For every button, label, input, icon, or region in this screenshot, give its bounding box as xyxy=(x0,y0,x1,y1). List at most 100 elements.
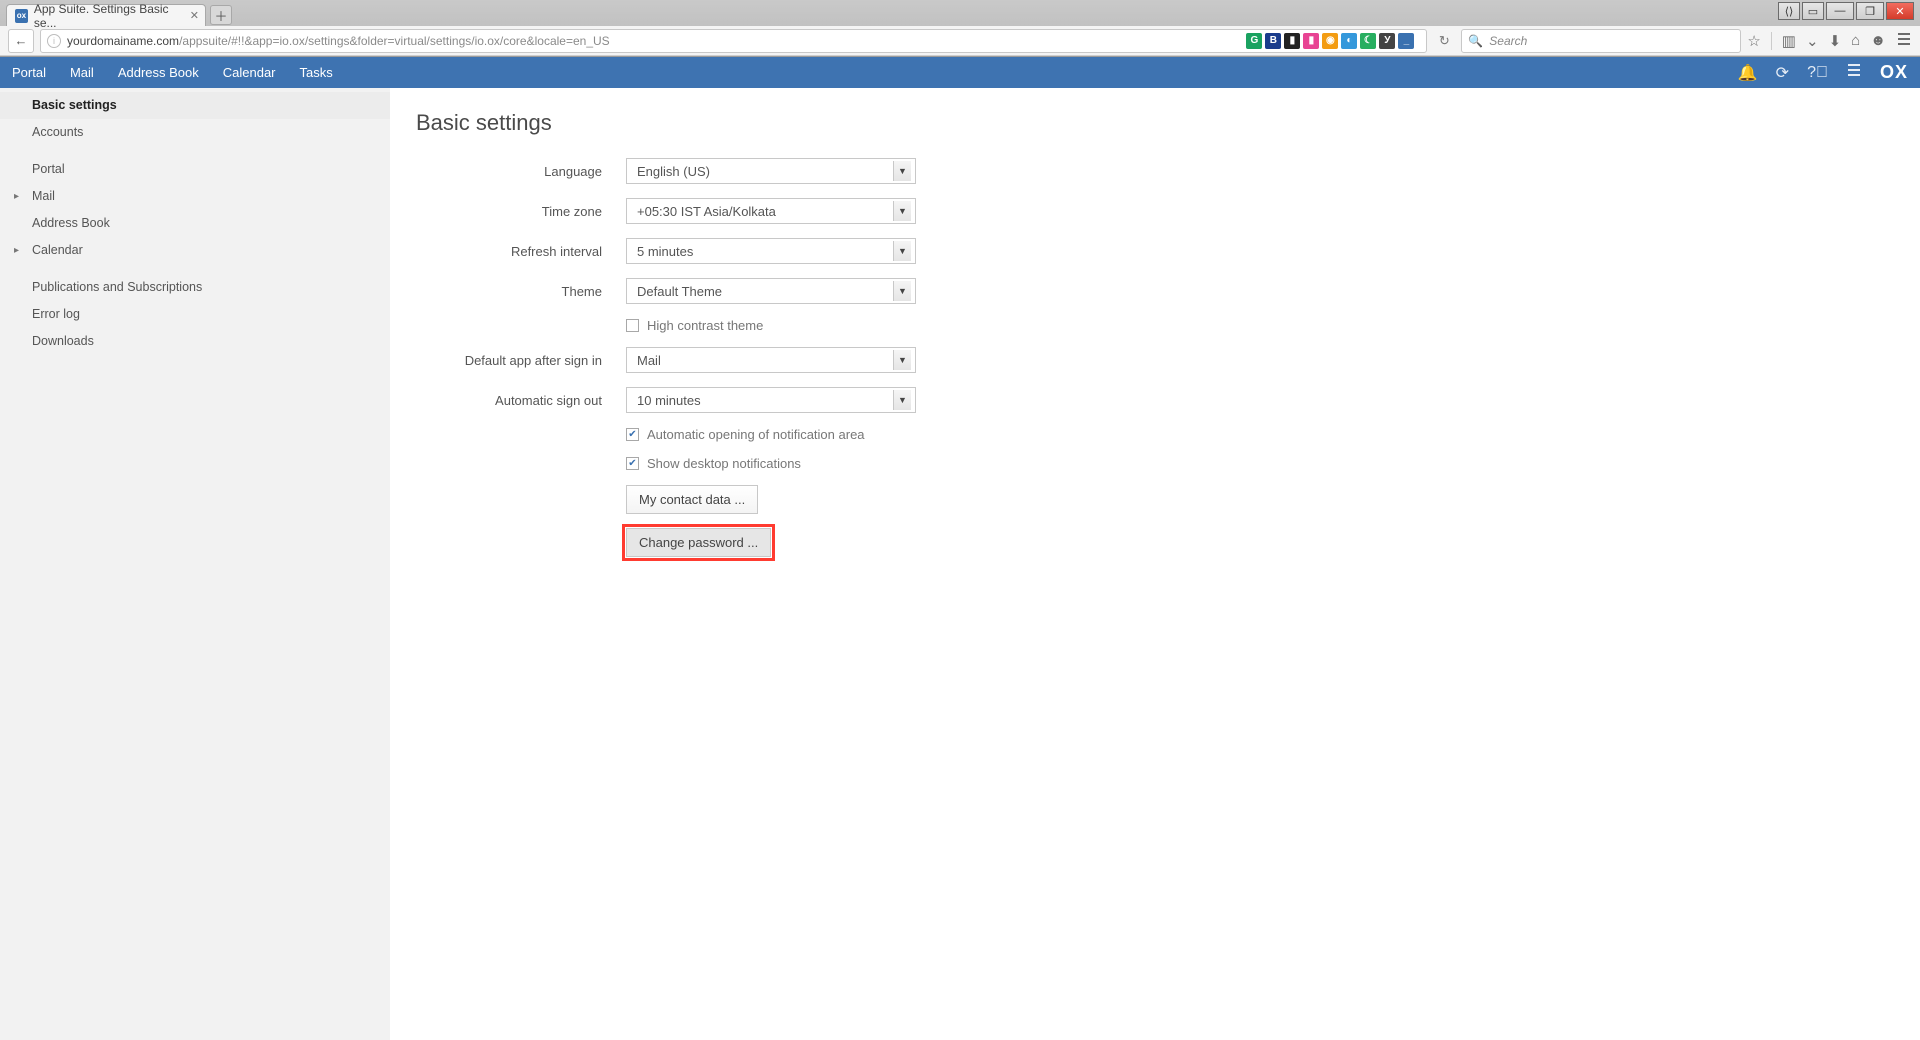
timezone-value: +05:30 IST Asia/Kolkata xyxy=(637,204,776,219)
app-bar-right: 🔔 ⟳ ?⃝ OX xyxy=(1738,62,1908,83)
browser-menu-button[interactable] xyxy=(1896,31,1912,51)
extension-icon[interactable]: _ xyxy=(1398,33,1414,49)
page-title: Basic settings xyxy=(416,110,1894,136)
refresh-icon[interactable]: ⟳ xyxy=(1776,63,1789,83)
language-label: Language xyxy=(416,164,626,179)
chevron-down-icon: ▼ xyxy=(893,281,911,301)
language-value: English (US) xyxy=(637,164,710,179)
refresh-label: Refresh interval xyxy=(416,244,626,259)
extension-icon[interactable]: ▮ xyxy=(1284,33,1300,49)
theme-label: Theme xyxy=(416,284,626,299)
refresh-select[interactable]: 5 minutes ▼ xyxy=(626,238,916,264)
main: Basic settingsAccountsPortalMailAddress … xyxy=(0,88,1920,1040)
nav-portal[interactable]: Portal xyxy=(12,65,46,80)
sidebar-item-downloads[interactable]: Downloads xyxy=(0,328,390,355)
sidebar-gap xyxy=(0,264,390,274)
maximize-button[interactable]: ❐ xyxy=(1856,2,1884,20)
settings-sidebar: Basic settingsAccounts PortalMailAddress … xyxy=(0,88,390,1040)
extension-icon[interactable]: У xyxy=(1379,33,1395,49)
app-nav: Portal Mail Address Book Calendar Tasks xyxy=(12,65,333,80)
app-menu-button[interactable] xyxy=(1846,62,1862,83)
favicon-icon: ox xyxy=(15,9,28,23)
language-select[interactable]: English (US) ▼ xyxy=(626,158,916,184)
window-extra1-button[interactable]: ⟨⟩ xyxy=(1778,2,1800,20)
bookmark-icon[interactable]: ☆ xyxy=(1747,32,1760,50)
pocket-icon[interactable]: ⌄ xyxy=(1806,32,1819,50)
sidebar-item-publications-and-subscriptions[interactable]: Publications and Subscriptions xyxy=(0,274,390,301)
desktop-notif-label: Show desktop notifications xyxy=(647,456,801,471)
sidebar-item-calendar[interactable]: Calendar xyxy=(0,237,390,264)
nav-calendar[interactable]: Calendar xyxy=(223,65,276,80)
tab-strip: ox App Suite. Settings Basic se... ✕ ＋ ⟨… xyxy=(0,0,1920,26)
new-tab-button[interactable]: ＋ xyxy=(210,5,232,25)
chevron-down-icon: ▼ xyxy=(893,161,911,181)
chevron-down-icon: ▼ xyxy=(893,201,911,221)
url-domain: yourdomainame.com xyxy=(67,34,179,48)
extension-icon[interactable]: B xyxy=(1265,33,1281,49)
auto-signout-value: 10 minutes xyxy=(637,393,701,408)
sidebar-item-portal[interactable]: Portal xyxy=(0,156,390,183)
auto-notif-label: Automatic opening of notification area xyxy=(647,427,865,442)
auto-notif-checkbox[interactable] xyxy=(626,428,639,441)
address-bar-row: ← i yourdomainame.com/appsuite/#!!&app=i… xyxy=(0,26,1920,56)
default-app-label: Default app after sign in xyxy=(416,353,626,368)
window-extra2-button[interactable]: ▭ xyxy=(1802,2,1824,20)
sidebar-item-error-log[interactable]: Error log xyxy=(0,301,390,328)
extension-icons: GB▮▮◉◐☾У_ xyxy=(1246,33,1420,49)
reload-button[interactable]: ↻ xyxy=(1433,30,1455,52)
timezone-select[interactable]: +05:30 IST Asia/Kolkata ▼ xyxy=(626,198,916,224)
nav-address-book[interactable]: Address Book xyxy=(118,65,199,80)
timezone-label: Time zone xyxy=(416,204,626,219)
chat-icon[interactable]: ☻ xyxy=(1870,32,1886,49)
nav-tasks[interactable]: Tasks xyxy=(300,65,333,80)
home-icon[interactable]: ⌂ xyxy=(1851,32,1860,49)
sidebar-item-mail[interactable]: Mail xyxy=(0,183,390,210)
extension-icon[interactable]: G xyxy=(1246,33,1262,49)
nav-mail[interactable]: Mail xyxy=(70,65,94,80)
divider xyxy=(1771,32,1772,50)
my-contact-data-button[interactable]: My contact data ... xyxy=(626,485,758,514)
browser-search-input[interactable]: 🔍 Search xyxy=(1461,29,1741,53)
default-app-value: Mail xyxy=(637,353,661,368)
chevron-down-icon: ▼ xyxy=(893,350,911,370)
notifications-icon[interactable]: 🔔 xyxy=(1738,63,1758,83)
window-controls: ⟨⟩ ▭ — ❐ ✕ xyxy=(1778,2,1914,20)
chevron-down-icon: ▼ xyxy=(893,390,911,410)
url-input[interactable]: i yourdomainame.com/appsuite/#!!&app=io.… xyxy=(40,29,1427,53)
search-placeholder: Search xyxy=(1489,34,1527,48)
extension-icon[interactable]: ☾ xyxy=(1360,33,1376,49)
site-info-icon[interactable]: i xyxy=(47,34,61,48)
sidebar-gap xyxy=(0,146,390,156)
high-contrast-label: High contrast theme xyxy=(647,318,763,333)
high-contrast-checkbox[interactable] xyxy=(626,319,639,332)
browser-tab[interactable]: ox App Suite. Settings Basic se... ✕ xyxy=(6,4,206,26)
back-button[interactable]: ← xyxy=(8,29,34,53)
sidebar-item-basic-settings[interactable]: Basic settings xyxy=(0,92,390,119)
help-icon[interactable]: ?⃝ xyxy=(1807,64,1828,82)
theme-select[interactable]: Default Theme ▼ xyxy=(626,278,916,304)
download-icon[interactable]: ⬇ xyxy=(1829,32,1842,50)
desktop-notif-checkbox[interactable] xyxy=(626,457,639,470)
close-button[interactable]: ✕ xyxy=(1886,2,1914,20)
theme-value: Default Theme xyxy=(637,284,722,299)
settings-content: Basic settings Language English (US) ▼ T… xyxy=(390,88,1920,1040)
extension-icon[interactable]: ◉ xyxy=(1322,33,1338,49)
minimize-button[interactable]: — xyxy=(1826,2,1854,20)
close-icon[interactable]: ✕ xyxy=(190,9,199,22)
chevron-down-icon: ▼ xyxy=(893,241,911,261)
sidebar-item-address-book[interactable]: Address Book xyxy=(0,210,390,237)
search-icon: 🔍 xyxy=(1468,34,1483,48)
ox-logo: OX xyxy=(1880,62,1908,83)
extension-icon[interactable]: ▮ xyxy=(1303,33,1319,49)
auto-signout-select[interactable]: 10 minutes ▼ xyxy=(626,387,916,413)
reader-icon[interactable]: ▥ xyxy=(1782,32,1796,50)
extension-icon[interactable]: ◐ xyxy=(1341,33,1357,49)
default-app-select[interactable]: Mail ▼ xyxy=(626,347,916,373)
url-path: /appsuite/#!!&app=io.ox/settings&folder=… xyxy=(179,34,610,48)
change-password-button[interactable]: Change password ... xyxy=(626,528,771,557)
app-bar: Portal Mail Address Book Calendar Tasks 🔔 ⟳ … xyxy=(0,57,1920,88)
browser-toolbar-icons: ☆ ▥ ⌄ ⬇ ⌂ ☻ xyxy=(1747,31,1912,51)
tab-title: App Suite. Settings Basic se... xyxy=(34,2,181,30)
auto-signout-label: Automatic sign out xyxy=(416,393,626,408)
sidebar-item-accounts[interactable]: Accounts xyxy=(0,119,390,146)
